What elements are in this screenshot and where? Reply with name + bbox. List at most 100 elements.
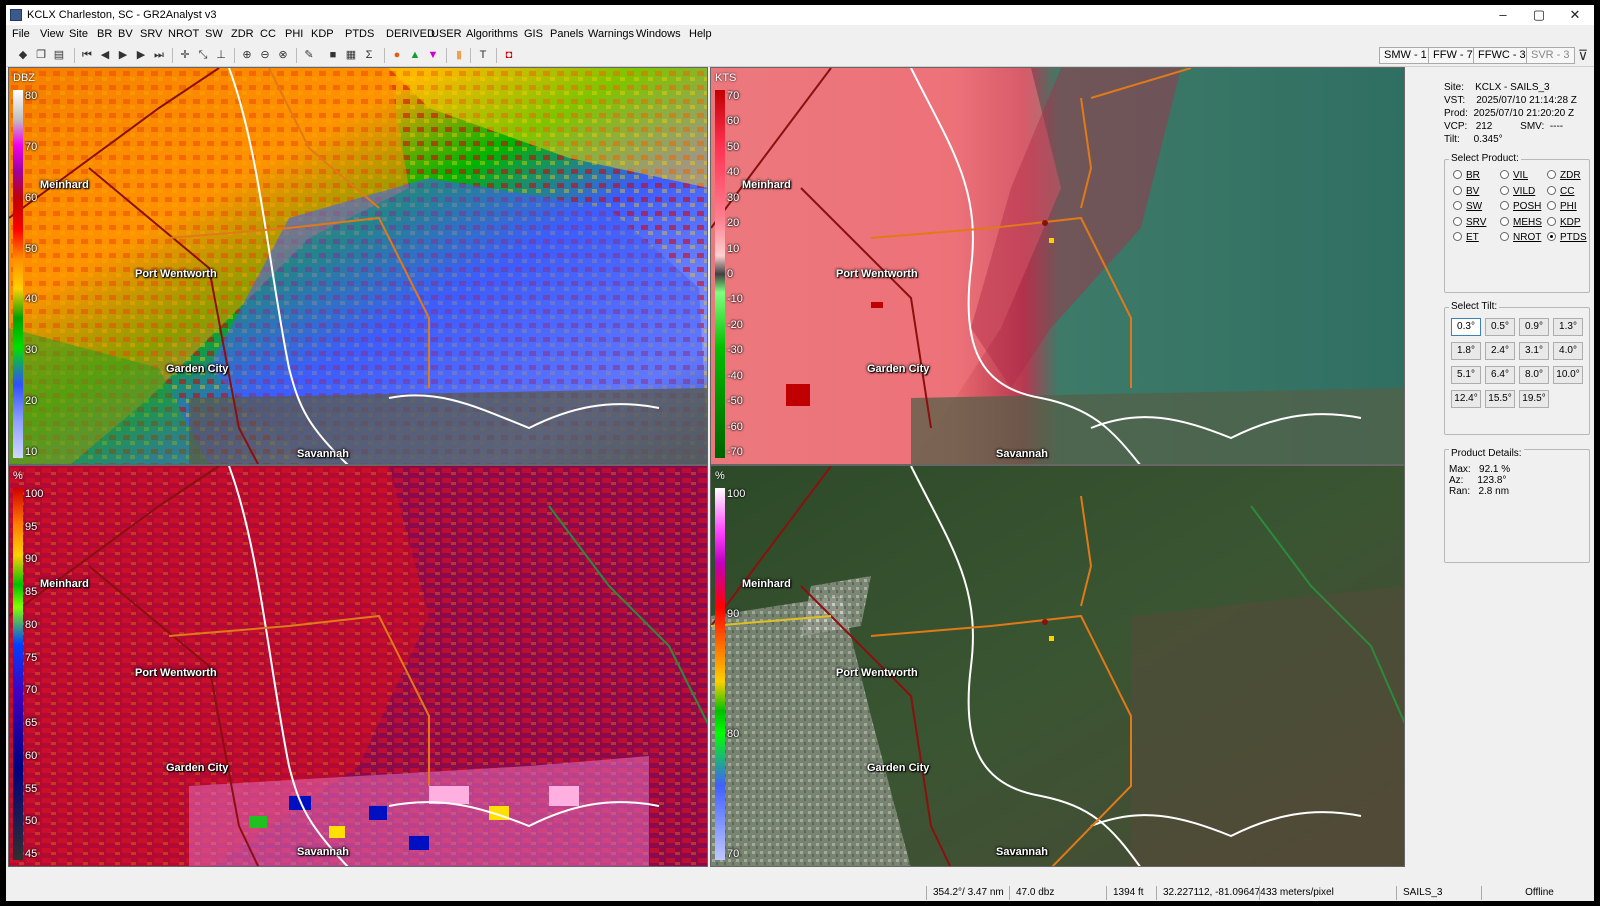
triangle-up-icon[interactable]: ▲ xyxy=(408,48,422,62)
menu-view[interactable]: View xyxy=(40,28,64,40)
ffwc-warning-button[interactable]: FFWC - 3 xyxy=(1473,47,1531,64)
tilt-button-6-4[interactable]: 6.4° xyxy=(1485,366,1515,384)
tilt-button-3-1[interactable]: 3.1° xyxy=(1519,342,1549,360)
city-label-savannah: Savannah xyxy=(996,448,1048,460)
tilt-button-19-5[interactable]: 19.5° xyxy=(1519,390,1549,408)
menu-srv[interactable]: SRV xyxy=(140,28,162,40)
product-radio-vil[interactable]: VIL xyxy=(1500,170,1528,181)
next-frame-icon[interactable]: ▶ xyxy=(134,48,148,62)
radio-circle-icon xyxy=(1500,201,1509,210)
product-radio-bv[interactable]: BV xyxy=(1453,185,1479,197)
crosshair-icon[interactable]: ✛ xyxy=(178,48,192,62)
colorbar-tick-label: 40 xyxy=(727,166,740,179)
tilt-button-1-3[interactable]: 1.3° xyxy=(1553,318,1583,336)
tilt-button-1-8[interactable]: 1.8° xyxy=(1451,342,1481,360)
product-radio-br[interactable]: BR xyxy=(1453,170,1480,181)
grid-icon[interactable]: ▦ xyxy=(344,48,358,62)
storm-icon[interactable]: ● xyxy=(390,48,404,62)
minimize-button[interactable]: – xyxy=(1485,5,1521,25)
product-radio-mehs[interactable]: MEHS xyxy=(1500,216,1542,228)
svr-warning-button[interactable]: SVR - 3 xyxy=(1526,47,1575,64)
menu-cc[interactable]: CC xyxy=(260,28,276,40)
zoom-out-icon[interactable]: ⊖ xyxy=(258,48,272,62)
product-radio-cc[interactable]: CC xyxy=(1547,185,1574,197)
save-icon[interactable]: ▤ xyxy=(52,48,66,62)
radar-panel-reflectivity[interactable]: DBZ 80 70 60 50 40 30 20 10 Meinhard Port Wentw… xyxy=(8,67,708,465)
tilt-value: 0.345° xyxy=(1473,134,1503,145)
menu-help[interactable]: Help xyxy=(689,28,712,40)
menu-site[interactable]: Site xyxy=(69,28,88,40)
product-radio-et[interactable]: ET xyxy=(1453,232,1479,243)
toolbar: ◆ ❐ ▤ ⏮ ◀ ▶ ▶ ⏭ ✛ ⤡ ⊥ ⊕ ⊖ ⊗ ✎ ■ ▦ Σ ● ▲ ▼ ▮ T ◘ SMW - 1 FFW - 7… xyxy=(6,43,1594,67)
menu-kdp[interactable]: KDP xyxy=(311,28,334,40)
first-frame-icon[interactable]: ⏮ xyxy=(80,48,94,62)
menu-panels[interactable]: Panels xyxy=(550,28,584,40)
prev-frame-icon[interactable]: ◀ xyxy=(98,48,112,62)
menu-nrot[interactable]: NROT xyxy=(168,28,199,40)
pencil-icon[interactable]: ✎ xyxy=(302,48,316,62)
toolbar-separator xyxy=(74,48,75,63)
play-icon[interactable]: ▶ xyxy=(116,48,130,62)
tilt-button-10-0[interactable]: 10.0° xyxy=(1553,366,1583,384)
product-radio-zdr[interactable]: ZDR xyxy=(1547,170,1581,181)
zoom-in-icon[interactable]: ⊕ xyxy=(240,48,254,62)
menu-br[interactable]: BR xyxy=(97,28,112,40)
smw-warning-button[interactable]: SMW - 1 xyxy=(1379,47,1432,64)
tilt-button-0-5[interactable]: 0.5° xyxy=(1485,318,1515,336)
menu-ptds[interactable]: PTDS xyxy=(345,28,374,40)
filter-icon[interactable]: ⊽ xyxy=(1576,48,1590,62)
menu-gis[interactable]: GIS xyxy=(524,28,543,40)
menu-zdr[interactable]: ZDR xyxy=(231,28,254,40)
zoom-reset-icon[interactable]: ⊗ xyxy=(276,48,290,62)
tilt-button-0-9[interactable]: 0.9° xyxy=(1519,318,1549,336)
menu-sw[interactable]: SW xyxy=(205,28,223,40)
menu-user[interactable]: USER xyxy=(431,28,462,40)
product-radio-posh[interactable]: POSH xyxy=(1500,201,1541,212)
record-icon[interactable]: ◘ xyxy=(502,48,516,62)
triangle-down-icon[interactable]: ▼ xyxy=(426,48,440,62)
stop-icon[interactable]: ■ xyxy=(326,48,340,62)
radar-panel-correlation[interactable]: % 100 95 90 85 80 75 70 65 60 55 50 45 Meinhard Por… xyxy=(8,465,708,867)
menu-bv[interactable]: BV xyxy=(118,28,133,40)
maximize-button[interactable]: ▢ xyxy=(1521,5,1557,25)
copy-icon[interactable]: ❐ xyxy=(34,48,48,62)
az-value: 123.8° xyxy=(1477,475,1507,486)
menu-file[interactable]: File xyxy=(12,28,30,40)
menu-phi[interactable]: PHI xyxy=(285,28,303,40)
colorbar-tick-label: 95 xyxy=(25,520,38,533)
menu-algorithms[interactable]: Algorithms xyxy=(466,28,518,40)
sigma-icon[interactable]: Σ xyxy=(362,48,376,62)
window-title: KCLX Charleston, SC - GR2Analyst v3 xyxy=(27,9,217,21)
last-frame-icon[interactable]: ⏭ xyxy=(152,48,166,62)
ffw-warning-button[interactable]: FFW - 7 xyxy=(1428,47,1478,64)
tilt-button-4-0[interactable]: 4.0° xyxy=(1553,342,1583,360)
product-radio-nrot[interactable]: NROT xyxy=(1500,232,1541,243)
product-radio-ptds[interactable]: PTDS xyxy=(1547,232,1587,243)
close-button[interactable]: ✕ xyxy=(1557,5,1593,25)
product-radio-sw[interactable]: SW xyxy=(1453,201,1482,212)
menu-windows[interactable]: Windows xyxy=(636,28,681,40)
tool-icon[interactable]: ⊥ xyxy=(214,48,228,62)
colorbar-tick-label: 30 xyxy=(727,191,740,204)
reflectivity-colorbar xyxy=(13,90,23,458)
text-icon[interactable]: T xyxy=(476,48,490,62)
menu-warnings[interactable]: Warnings xyxy=(588,28,634,40)
product-radio-phi[interactable]: PHI xyxy=(1547,201,1577,212)
tilt-button-12-4[interactable]: 12.4° xyxy=(1451,390,1481,408)
open-icon[interactable]: ◆ xyxy=(16,48,30,62)
measure-icon[interactable]: ⤡ xyxy=(196,48,210,62)
tilt-button-15-5[interactable]: 15.5° xyxy=(1485,390,1515,408)
tilt-button-2-4[interactable]: 2.4° xyxy=(1485,342,1515,360)
tilt-button-0-3[interactable]: 0.3° xyxy=(1451,318,1481,336)
marker-icon[interactable]: ▮ xyxy=(452,48,466,62)
tilt-button-5-1[interactable]: 5.1° xyxy=(1451,366,1481,384)
radar-panel-ptds[interactable]: % 100 90 80 70 Meinhard Port Wentworth Gard… xyxy=(710,465,1405,867)
product-radio-srv[interactable]: SRV xyxy=(1453,216,1486,228)
toolbar-separator xyxy=(296,48,297,63)
tilt-button-8-0[interactable]: 8.0° xyxy=(1519,366,1549,384)
product-radio-kdp[interactable]: KDP xyxy=(1547,216,1581,228)
product-radio-vild[interactable]: VILD xyxy=(1500,185,1535,197)
radar-panel-velocity[interactable]: KTS 70 60 50 40 30 20 10 0 -10 -20 -30 -40 -50 -60 -70… xyxy=(710,67,1405,465)
colorbar-tick-label: 10 xyxy=(727,242,740,255)
menu-derived[interactable]: DERIVED xyxy=(386,28,435,40)
